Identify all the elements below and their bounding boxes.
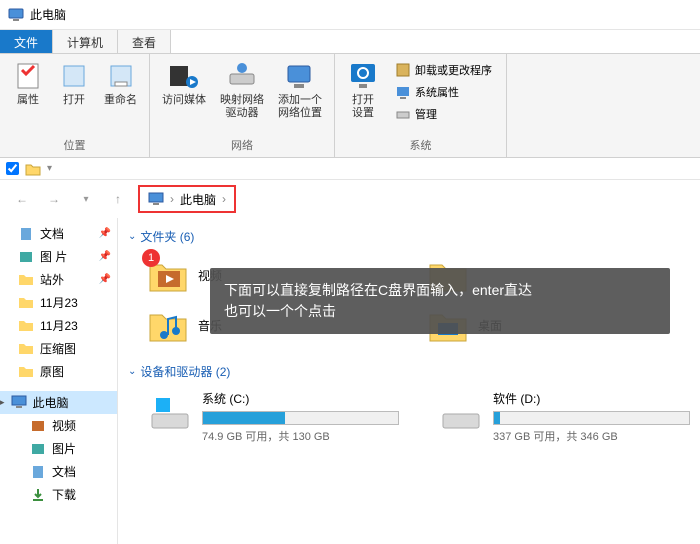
recent-dropdown[interactable]: ▾ [74, 187, 98, 211]
drive-c[interactable]: 系统 (C:) 74.9 GB 可用，共 130 GB [148, 390, 399, 444]
chevron-down-icon[interactable]: ▾ [47, 163, 52, 174]
drive-d-name: 软件 (D:) [493, 390, 690, 407]
title-bar: 此电脑 [0, 0, 700, 30]
nav-bar: ← → ▾ ↑ › 此电脑 › [0, 180, 700, 218]
sidebar-item-thispc[interactable]: ▸ 此电脑 [0, 391, 117, 414]
ribbon-group-system-label: 系统 [343, 135, 498, 155]
sidebar-sub-documents[interactable]: 文档 [0, 460, 117, 483]
folder-small-icon [25, 162, 41, 176]
pic-icon [18, 249, 34, 265]
pin-icon: 📌 [99, 228, 111, 239]
rename-icon [105, 60, 137, 92]
tab-file[interactable]: 文件 [0, 30, 53, 53]
drive-c-free: 74.9 GB 可用，共 130 GB [202, 428, 399, 444]
open-button[interactable]: 打开 [54, 58, 94, 109]
drive-c-name: 系统 (C:) [202, 390, 399, 407]
sidebar: 文档 📌 图 片 📌 站外 📌 11月23 11月23 压缩图 原图 [0, 218, 118, 544]
forward-button[interactable]: → [42, 187, 66, 211]
breadcrumb[interactable]: › 此电脑 › [138, 185, 236, 213]
ribbon-group-system: 打开 设置 卸载或更改程序 系统属性 管理 系统 [335, 54, 507, 157]
ribbon-group-location-label: 位置 [8, 135, 141, 155]
annotation-badge-1: 1 [142, 249, 160, 267]
folder-icon [18, 341, 34, 357]
ribbon-tabs: 文件 计算机 查看 [0, 30, 700, 54]
sidebar-sub-videos[interactable]: 视频 [0, 414, 117, 437]
add-netloc-button[interactable]: 添加一个 网络位置 [274, 58, 326, 122]
drives-section-header[interactable]: ⌄ 设备和驱动器 (2) [128, 359, 690, 384]
ribbon-group-network-label: 网络 [158, 135, 326, 155]
uninstall-icon [395, 62, 411, 78]
open-icon [58, 60, 90, 92]
ribbon: 属性 打开 重命名 位置 访问媒体 映射网络 驱动器 [0, 54, 700, 158]
pin-icon: 📌 [99, 274, 111, 285]
folders-section-header[interactable]: ⌄ 文件夹 (6) [128, 224, 690, 249]
properties-button[interactable]: 属性 [8, 58, 48, 109]
sysprops-icon [395, 84, 411, 100]
pic-icon [30, 441, 46, 457]
properties-icon [12, 60, 44, 92]
sidebar-item-documents[interactable]: 文档 📌 [0, 222, 117, 245]
drive-icon [439, 390, 483, 434]
quick-access-bar: ▾ [0, 158, 700, 180]
sidebar-item-external[interactable]: 站外 📌 [0, 268, 117, 291]
content-area: ⌄ 文件夹 (6) 1 视频 音乐 桌面 ⌄ 设备和驱动器 (2) [118, 218, 700, 544]
annotation-overlay: 下面可以直接复制路径在C盘界面输入，enter直达 也可以一个个点击 [210, 268, 670, 334]
chevron-down-icon: ⌄ [128, 366, 136, 377]
drive-d[interactable]: 软件 (D:) 337 GB 可用，共 346 GB [439, 390, 690, 444]
this-pc-icon [11, 395, 27, 411]
folder-icon [18, 272, 34, 288]
back-button[interactable]: ← [10, 187, 34, 211]
drive-c-bar [202, 411, 399, 425]
breadcrumb-root[interactable]: 此电脑 [180, 191, 216, 208]
chevron-right-icon: ▸ [0, 397, 5, 408]
uninstall-button[interactable]: 卸载或更改程序 [391, 60, 496, 80]
sidebar-item-compressed[interactable]: 压缩图 [0, 337, 117, 360]
open-settings-button[interactable]: 打开 设置 [343, 58, 383, 122]
settings-icon [347, 60, 379, 92]
manage-button[interactable]: 管理 [391, 104, 496, 124]
map-drive-button[interactable]: 映射网络 驱动器 [216, 58, 268, 122]
drive-d-free: 337 GB 可用，共 346 GB [493, 428, 690, 444]
doc-icon [18, 226, 34, 242]
tab-view[interactable]: 查看 [118, 30, 171, 53]
sidebar-item-nov23b[interactable]: 11月23 [0, 314, 117, 337]
sidebar-item-original[interactable]: 原图 [0, 360, 117, 383]
sidebar-item-nov23a[interactable]: 11月23 [0, 291, 117, 314]
download-icon [30, 487, 46, 503]
sidebar-sub-downloads[interactable]: 下载 [0, 483, 117, 506]
tab-computer[interactable]: 计算机 [53, 30, 118, 53]
folder-icon [18, 364, 34, 380]
this-pc-icon [8, 7, 24, 23]
manage-icon [395, 106, 411, 122]
window-title: 此电脑 [30, 6, 66, 23]
folder-icon [18, 295, 34, 311]
select-all-checkbox[interactable] [6, 162, 19, 175]
breadcrumb-sep2: › [222, 192, 226, 206]
rename-button[interactable]: 重命名 [100, 58, 141, 109]
ribbon-group-location: 属性 打开 重命名 位置 [0, 54, 150, 157]
this-pc-small-icon [148, 192, 164, 206]
breadcrumb-sep: › [170, 192, 174, 206]
drive-d-bar [493, 411, 690, 425]
system-properties-button[interactable]: 系统属性 [391, 82, 496, 102]
chevron-down-icon: ⌄ [128, 231, 136, 242]
pin-icon: 📌 [99, 251, 111, 262]
sidebar-item-pictures[interactable]: 图 片 📌 [0, 245, 117, 268]
add-netloc-icon [284, 60, 316, 92]
sidebar-sub-pictures[interactable]: 图片 [0, 437, 117, 460]
media-icon [168, 60, 200, 92]
doc-icon [30, 464, 46, 480]
up-button[interactable]: ↑ [106, 187, 130, 211]
video-icon [30, 418, 46, 434]
ribbon-group-network: 访问媒体 映射网络 驱动器 添加一个 网络位置 网络 [150, 54, 335, 157]
drive-icon [148, 390, 192, 434]
map-drive-icon [226, 60, 258, 92]
access-media-button[interactable]: 访问媒体 [158, 58, 210, 109]
folder-icon [18, 318, 34, 334]
music-folder-icon [148, 305, 188, 345]
